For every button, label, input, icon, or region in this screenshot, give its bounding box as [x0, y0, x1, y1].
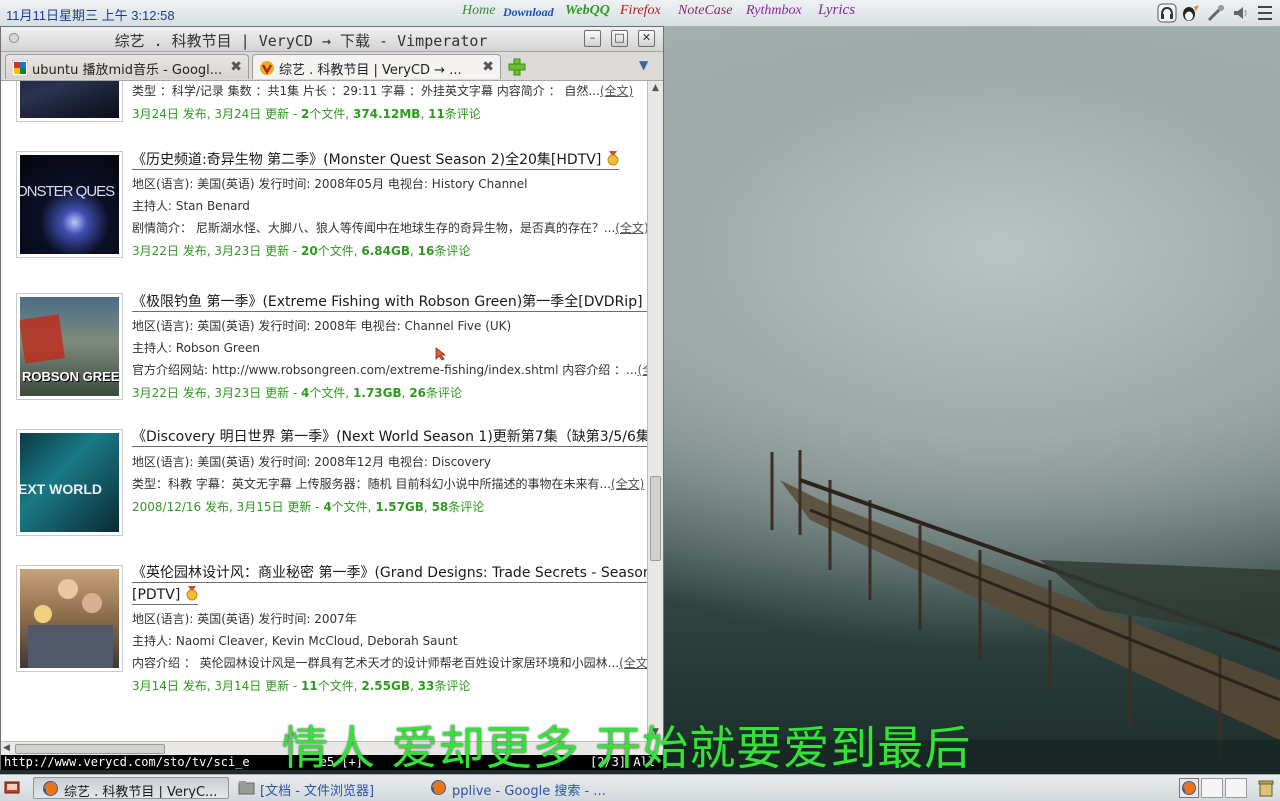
browser-window: 综艺 . 科教节目 | VeryCD → 下载 - Vimperator – □… — [0, 26, 664, 770]
entry-title-link[interactable]: 《历史频道:奇异生物 第二季》(Monster Quest Season 2)全… — [132, 151, 620, 170]
entry-meta: 3月22日 发布, 3月23日 更新 - 20个文件, 6.84GB, 16条评… — [132, 244, 471, 258]
page-content: 类型 ：科学/记录 集数 ：共1集 片长 ：29:11 字幕 ：外挂英文字幕 内… — [1, 81, 647, 741]
entry-description-line: 类型：科教 字幕：英文无字幕 上传服务器：随机 目前科幻小说中所描述的事物在未来… — [132, 477, 645, 491]
entry-host-line: 主持人: Stan Benard — [132, 199, 250, 213]
tab-list-chevron-icon[interactable]: ▼ — [639, 58, 648, 72]
entry-thumbnail[interactable]: ROBSON GREE — [16, 293, 123, 400]
entry-description-line: 内容介绍 ： 英伦园林设计风是一群具有艺术天才的设计师帮老百姓设计家居环境和小园… — [132, 656, 647, 670]
tab-label: 综艺 . 科教节目 | VeryCD → ... — [279, 63, 462, 78]
full-text-link[interactable]: (全文) — [600, 84, 633, 98]
full-text-link[interactable]: (全文) — [615, 221, 647, 235]
tab-close-icon[interactable]: ✖ — [230, 59, 242, 75]
folder-icon — [238, 781, 255, 795]
show-desktop-icon[interactable] — [4, 780, 20, 796]
window-titlebar[interactable]: 综艺 . 科教节目 | VeryCD → 下载 - Vimperator – □… — [1, 27, 663, 52]
workspace-3[interactable] — [1225, 778, 1247, 798]
launcher-firefox[interactable]: Firefox — [620, 3, 661, 19]
verycd-icon — [260, 61, 274, 75]
entry-host-line: 主持人: Naomi Cleaver, Kevin McCloud, Debor… — [132, 634, 458, 648]
qq-penguin-icon[interactable] — [1180, 3, 1200, 23]
window-title: 综艺 . 科教节目 | VeryCD → 下载 - Vimperator — [114, 32, 488, 50]
entry-meta: 2008/12/16 发布, 3月15日 更新 - 4个文件, 1.57GB, … — [132, 500, 485, 514]
entry-meta: 3月22日 发布, 3月23日 更新 - 4个文件, 1.73GB, 26条评论 — [132, 386, 463, 400]
full-text-link[interactable]: (全文) — [638, 363, 647, 377]
taskbar-item-file-browser[interactable]: [文档 - 文件浏览器] — [230, 777, 420, 799]
bottom-panel: 综艺 . 科教节目 | VeryC... [文档 - 文件浏览器] pplive… — [0, 774, 1280, 801]
launcher-home[interactable]: Home — [462, 3, 495, 19]
scrollbar-thumb[interactable] — [650, 476, 661, 561]
volume-icon[interactable] — [1231, 3, 1251, 23]
taskbar-item-label: 综艺 . 科教节目 | VeryC... — [64, 785, 218, 799]
google-icon — [12, 60, 28, 76]
minimize-button[interactable]: – — [584, 30, 601, 47]
thumbnail-caption: ROBSON GREE — [22, 369, 119, 384]
entry-description-line: 剧情简介： 尼斯湖水怪、大脚八、狼人等传闻中在地球生存的奇异生物，是否真的存在？… — [132, 221, 647, 235]
headset-icon[interactable] — [1157, 3, 1177, 23]
top-panel: 11月11日星期三 上午 3:12:58 Home Download WebQQ… — [0, 0, 1280, 27]
entry-info-line: 地区(语言): 英国(英语) 发行时间: 2008年 电视台: Channel … — [132, 319, 512, 333]
tab-close-icon[interactable]: ✖ — [482, 59, 494, 75]
maximize-button[interactable]: □ — [611, 30, 628, 47]
taskbar-item-label: [文档 - 文件浏览器] — [260, 784, 375, 799]
launcher-notecase[interactable]: NoteCase — [678, 3, 732, 19]
thumbnail-caption: EXT WORLD — [20, 481, 102, 497]
entry-thumbnail[interactable] — [16, 565, 123, 672]
entry-thumbnail[interactable] — [16, 81, 123, 122]
firefox-workspace-icon[interactable] — [1179, 778, 1199, 798]
entry-info-line: 地区(语言): 美国(英语) 发行时间: 2008年05月 电视台: Histo… — [132, 177, 528, 191]
launcher-rythmbox[interactable]: Rythmbox — [746, 3, 802, 19]
entry-title-link[interactable]: 《Discovery 明日世界 第一季》(Next World Season 1… — [132, 429, 647, 447]
taskbar-item-label: pplive - Google 搜索 - ... — [452, 784, 606, 799]
vertical-scrollbar[interactable]: ▲ ▼ — [647, 81, 663, 741]
clock[interactable]: 11月11日星期三 上午 3:12:58 — [6, 5, 175, 24]
tab-ubuntu-mid[interactable]: ubuntu 播放mid音乐 - Googl... ✖ — [5, 54, 249, 79]
taskbar-item-pplive[interactable]: pplive - Google 搜索 - ... — [422, 777, 618, 799]
close-button[interactable]: ✕ — [638, 30, 655, 47]
tab-verycd[interactable]: 综艺 . 科教节目 | VeryCD → ... ✖ — [252, 54, 501, 79]
tab-label: ubuntu 播放mid音乐 - Googl... — [32, 63, 222, 78]
entry-meta: 3月14日 发布, 3月14日 更新 - 11个文件, 2.55GB, 33条评… — [132, 679, 471, 693]
new-tab-plus-icon[interactable] — [506, 56, 528, 78]
entry-title-link-cont[interactable]: [PDTV] — [132, 586, 199, 605]
launcher-download[interactable]: Download — [503, 5, 554, 20]
medal-icon — [607, 151, 619, 166]
entry-description-line: 官方介绍网站: http://www.robsongreen.com/extre… — [132, 363, 647, 377]
full-text-link[interactable]: (全文) — [619, 656, 647, 670]
tab-bar: ubuntu 播放mid音乐 - Googl... ✖ 综艺 . 科教节目 | … — [1, 52, 663, 81]
launcher-lyrics[interactable]: Lyrics — [818, 2, 855, 19]
entry-info-line: 地区(语言): 英国(英语) 发行时间: 2007年 — [132, 612, 357, 626]
firefox-icon — [431, 780, 446, 795]
entry-thumbnail[interactable]: EXT WORLD — [16, 429, 123, 536]
entry-info-line: 地区(语言): 美国(英语) 发行时间: 2008年12月 电视台: Disco… — [132, 455, 492, 469]
desktop-lyrics-overlay: 情人 爱却更多 开始就要爱到最后 — [282, 721, 972, 775]
taskbar-item-browser[interactable]: 综艺 . 科教节目 | VeryC... — [33, 777, 229, 799]
full-text-link[interactable]: (全文) — [611, 477, 644, 491]
entry-host-line: 主持人: Robson Green — [132, 341, 260, 355]
network-disconnected-icon[interactable] — [1206, 3, 1226, 23]
launcher-webqq[interactable]: WebQQ — [565, 3, 610, 19]
entry-title-link[interactable]: 《英伦园林设计风：商业秘密 第一季》(Grand Designs: Trade … — [132, 565, 647, 583]
thumbnail-caption: ONSTER QUES — [20, 183, 115, 200]
trash-icon[interactable] — [1256, 778, 1276, 798]
medal-icon — [186, 586, 198, 601]
scroll-up-icon[interactable]: ▲ — [650, 83, 661, 95]
firefox-icon — [43, 781, 58, 796]
entry-title-link[interactable]: 《极限钓鱼 第一季》(Extreme Fishing with Robson G… — [132, 293, 647, 312]
entry-thumbnail[interactable]: ONSTER QUES — [16, 151, 123, 258]
mouse-cursor-icon — [435, 347, 447, 361]
entry-meta: 3月24日 发布, 3月24日 更新 - 2个文件, 374.12MB, 11条… — [132, 107, 481, 121]
shutdown-icon[interactable] — [1255, 3, 1275, 23]
scrollbar-thumb[interactable] — [15, 744, 165, 754]
entry-description-line: 类型 ：科学/记录 集数 ：共1集 片长 ：29:11 字幕 ：外挂英文字幕 内… — [132, 84, 634, 98]
workspace-2[interactable] — [1201, 778, 1223, 798]
scroll-left-icon[interactable]: ◀ — [3, 743, 10, 753]
